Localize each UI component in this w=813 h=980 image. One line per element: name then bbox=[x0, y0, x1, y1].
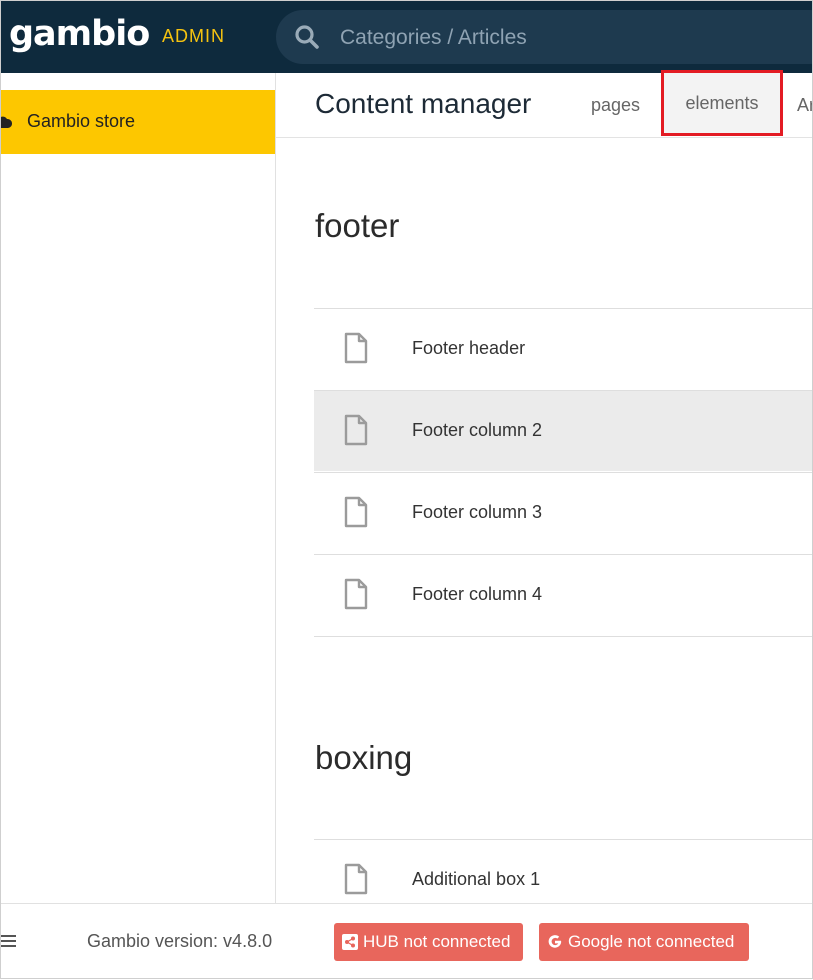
document-icon bbox=[344, 414, 368, 446]
document-icon bbox=[344, 578, 368, 610]
page-title: Content manager bbox=[315, 88, 532, 119]
search-bar[interactable] bbox=[276, 10, 813, 66]
version-text: Gambio version: v4.8.0 bbox=[87, 931, 273, 951]
list-item-label: Footer column 4 bbox=[412, 584, 543, 604]
list-item[interactable]: Footer column 4 bbox=[314, 554, 813, 635]
list-item-label: Additional box 1 bbox=[412, 869, 541, 889]
search-icon[interactable] bbox=[294, 24, 320, 50]
section-title-boxing: boxing bbox=[315, 739, 413, 776]
google-status-label: Google not connected bbox=[568, 932, 735, 951]
sidebar: Gambio store bbox=[0, 73, 276, 903]
search-input[interactable] bbox=[338, 10, 813, 66]
list-item[interactable]: Footer header bbox=[314, 308, 813, 389]
google-icon bbox=[548, 935, 562, 948]
section-divider bbox=[314, 636, 813, 637]
tab-pages[interactable]: pages bbox=[591, 95, 640, 116]
section-title-footer: footer bbox=[315, 207, 400, 244]
list-item[interactable]: Footer column 3 bbox=[314, 472, 813, 553]
list-item-label: Footer header bbox=[412, 338, 526, 358]
hub-status-button[interactable]: HUB not connected bbox=[334, 923, 523, 961]
document-icon bbox=[344, 496, 368, 528]
document-icon bbox=[344, 863, 368, 895]
admin-label: ADMIN bbox=[162, 26, 225, 46]
share-icon bbox=[342, 934, 358, 950]
hub-status-label: HUB not connected bbox=[363, 932, 511, 951]
list-item-label: Footer column 2 bbox=[412, 420, 543, 440]
tab-elements[interactable]: elements bbox=[661, 70, 783, 136]
header-divider bbox=[276, 137, 813, 138]
tab-more[interactable]: Ar bbox=[797, 95, 813, 116]
sidebar-item-gambio-store[interactable]: Gambio store bbox=[0, 90, 275, 154]
footer-bar: Gambio version: v4.8.0 HUB not connected… bbox=[0, 903, 813, 980]
sidebar-item-label: Gambio store bbox=[27, 111, 136, 131]
list-item-label: Footer column 3 bbox=[412, 502, 543, 522]
gambio-logo[interactable]: gambio bbox=[9, 12, 150, 56]
hamburger-menu-icon[interactable] bbox=[0, 933, 16, 949]
list-item[interactable]: Footer column 2 bbox=[314, 390, 813, 471]
document-icon bbox=[344, 332, 368, 364]
cloud-icon bbox=[0, 116, 12, 128]
google-status-button[interactable]: Google not connected bbox=[539, 923, 749, 961]
top-header: gambio ADMIN bbox=[0, 0, 813, 73]
tab-elements-label: elements bbox=[685, 92, 759, 113]
